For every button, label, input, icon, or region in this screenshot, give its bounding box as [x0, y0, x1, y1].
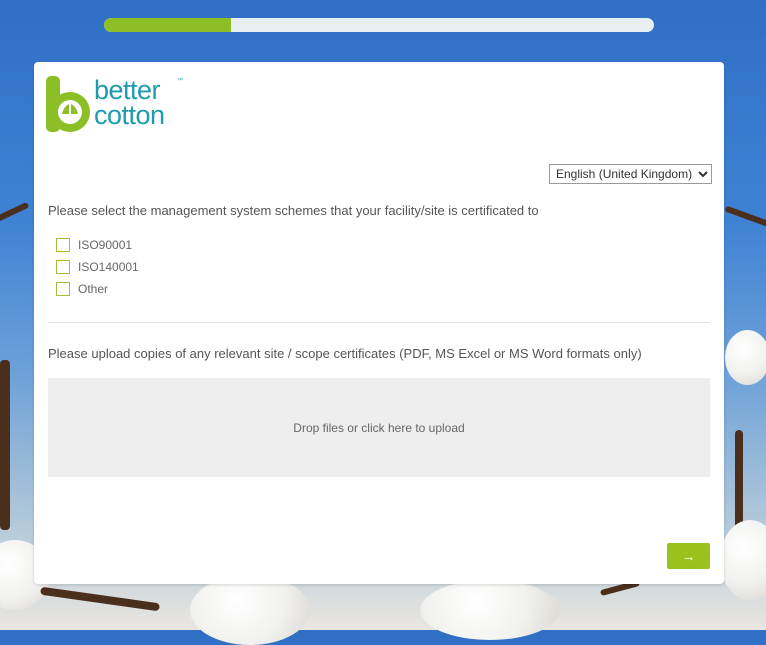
logo-line-2: cotton — [94, 100, 165, 130]
background-branch — [40, 586, 160, 612]
option-iso140001[interactable]: ISO140001 — [56, 256, 139, 278]
checkbox[interactable] — [56, 260, 70, 274]
survey-card: better cotton ™ English (United Kingdom)… — [34, 62, 724, 584]
arrow-right-icon: → — [681, 548, 696, 564]
background-branch — [0, 201, 30, 225]
background-cotton-boll — [190, 575, 310, 645]
better-cotton-logo: better cotton ™ — [46, 74, 196, 136]
logo-wordmark: better cotton — [94, 77, 165, 130]
checkbox[interactable] — [56, 282, 70, 296]
option-iso90001[interactable]: ISO90001 — [56, 234, 139, 256]
background-cotton-boll — [420, 580, 560, 640]
dropzone-text: Drop files or click here to upload — [293, 420, 465, 435]
divider — [48, 322, 710, 323]
file-dropzone[interactable]: Drop files or click here to upload — [48, 378, 710, 477]
option-label: ISO140001 — [78, 260, 139, 274]
background-cotton-boll — [725, 330, 766, 385]
background-branch — [735, 430, 743, 550]
logo-icon — [46, 76, 90, 132]
next-button[interactable]: → — [667, 543, 710, 569]
background-branch — [0, 360, 10, 530]
question-text: Please select the management system sche… — [48, 203, 539, 218]
upload-question-text: Please upload copies of any relevant sit… — [48, 346, 642, 361]
progress-bar-fill — [104, 18, 231, 32]
option-label: ISO90001 — [78, 238, 133, 252]
checkbox-group: ISO90001 ISO140001 Other — [56, 234, 139, 300]
background-branch — [724, 205, 766, 229]
logo-trademark: ™ — [177, 78, 183, 84]
language-select[interactable]: English (United Kingdom) — [549, 164, 712, 184]
background-cotton-boll — [720, 520, 766, 600]
option-other[interactable]: Other — [56, 278, 139, 300]
progress-bar — [104, 18, 654, 32]
option-label: Other — [78, 282, 109, 296]
checkbox[interactable] — [56, 238, 70, 252]
